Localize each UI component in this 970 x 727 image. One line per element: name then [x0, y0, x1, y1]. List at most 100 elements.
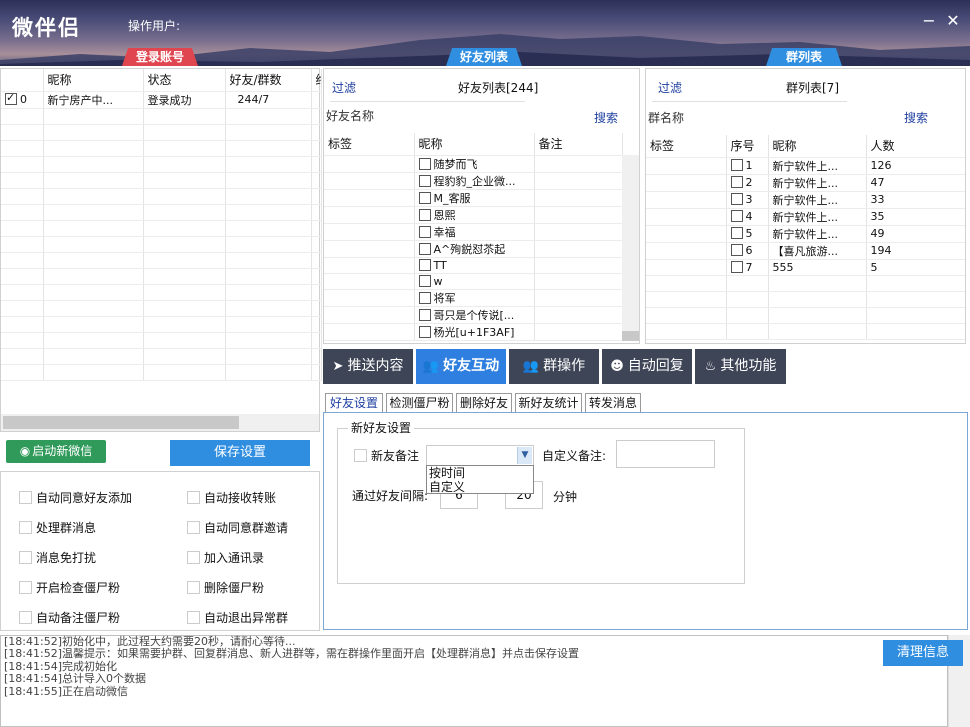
col-header-check[interactable]	[1, 69, 44, 92]
checkbox[interactable]	[730, 176, 743, 188]
table-row[interactable]: w	[324, 273, 623, 290]
checkbox[interactable]	[418, 325, 431, 338]
table-row[interactable]: 将军	[324, 289, 623, 307]
accounts-hscrollbar[interactable]	[1, 414, 319, 431]
col-header-no[interactable]: 序号	[726, 135, 769, 158]
group-ops-button[interactable]: 👥 群操作	[509, 349, 599, 384]
checkbox[interactable]	[19, 551, 32, 564]
table-row[interactable]: 0 新宁房产中... 登录成功 244/7	[1, 91, 322, 109]
friend-interact-button[interactable]: 👥 好友互动	[416, 349, 506, 384]
friend-vscrollbar[interactable]	[622, 155, 639, 341]
group-filter-link[interactable]: 过滤	[658, 79, 682, 96]
option-auto-accept-friend[interactable]: 自动同意好友添加	[19, 489, 132, 506]
table-row[interactable]: 幸福	[324, 223, 623, 241]
checkbox[interactable]	[19, 491, 32, 504]
col-header-tag[interactable]: 标签	[324, 133, 415, 156]
checkbox[interactable]	[730, 244, 743, 256]
scrollbar-thumb[interactable]	[3, 416, 239, 429]
tab-friend-settings[interactable]: 好友设置	[325, 393, 383, 413]
table-row[interactable]: 1 新宁软件上... 126	[646, 157, 965, 175]
table-row[interactable]: 恩熙	[324, 206, 623, 224]
remark-type-dropdown[interactable]: 按时间 自定义	[426, 465, 534, 494]
checkbox[interactable]	[418, 225, 431, 238]
checkbox[interactable]	[730, 193, 743, 205]
dropdown-option[interactable]: 按时间	[427, 466, 533, 480]
option-add-contacts[interactable]: 加入通讯录	[187, 549, 264, 566]
checkbox[interactable]	[354, 449, 367, 462]
checkbox[interactable]	[418, 242, 431, 255]
checkbox[interactable]	[187, 551, 200, 564]
other-functions-button[interactable]: ♨ 其他功能	[695, 349, 786, 384]
col-header-nickname[interactable]: 昵称	[414, 133, 535, 156]
checkbox[interactable]	[19, 521, 32, 534]
tab-forward-msg[interactable]: 转发消息	[585, 393, 641, 413]
table-row[interactable]: 3 新宁软件上... 33	[646, 191, 965, 209]
checkbox[interactable]	[730, 227, 743, 239]
checkbox[interactable]	[730, 260, 743, 273]
push-content-button[interactable]: ➤ 推送内容	[323, 349, 413, 384]
checkbox[interactable]	[730, 210, 743, 222]
table-row[interactable]: 6 【喜凡旅游... 194	[646, 242, 965, 260]
table-row[interactable]: M_客服	[324, 189, 623, 207]
option-check-zombie-fans[interactable]: 开启检查僵尸粉	[19, 579, 120, 596]
custom-remark-input[interactable]	[616, 440, 715, 468]
col-header-remark[interactable]: 备注	[534, 133, 623, 156]
table-row[interactable]: 4 新宁软件上... 35	[646, 208, 965, 226]
table-row[interactable]: 杨光[u+1F3AF]	[324, 323, 623, 341]
dropdown-option[interactable]: 自定义	[427, 480, 533, 494]
checkbox[interactable]	[187, 581, 200, 594]
start-wechat-button[interactable]: ◉ 启动新微信	[6, 440, 106, 463]
table-row[interactable]: 哥只是个传说[...	[324, 306, 623, 324]
chevron-down-icon[interactable]: ▼	[517, 447, 532, 464]
save-settings-button[interactable]: 保存设置	[170, 440, 310, 466]
checkbox[interactable]	[418, 191, 431, 204]
checkbox[interactable]	[418, 174, 431, 187]
scrollbar-thumb[interactable]	[622, 331, 639, 341]
option-auto-receive-transfer[interactable]: 自动接收转账	[187, 489, 276, 506]
option-handle-group-msg[interactable]: 处理群消息	[19, 519, 96, 536]
friend-filter-link[interactable]: 过滤	[332, 79, 356, 96]
close-icon[interactable]: ✕	[944, 12, 962, 30]
tab-new-friend-stats[interactable]: 新好友统计	[515, 393, 582, 413]
table-row[interactable]: 5 新宁软件上... 49	[646, 225, 965, 243]
col-header-status[interactable]: 状态	[143, 69, 226, 92]
account-checkbox[interactable]	[5, 91, 17, 105]
checkbox[interactable]	[187, 611, 200, 624]
clear-log-button[interactable]: 清理信息	[883, 640, 963, 666]
checkbox[interactable]	[19, 611, 32, 624]
checkbox[interactable]	[730, 159, 743, 171]
checkbox[interactable]	[187, 521, 200, 534]
col-header-count[interactable]: 好友/群数	[225, 69, 312, 92]
tab-delete-friend[interactable]: 删除好友	[456, 393, 512, 413]
checkbox[interactable]	[418, 258, 431, 271]
new-friend-remark-option[interactable]: 新友备注	[354, 447, 419, 464]
tab-group-list[interactable]: 群列表	[766, 48, 842, 66]
tab-friend-list[interactable]: 好友列表	[446, 48, 522, 66]
col-header-tag[interactable]: 标签	[646, 135, 727, 158]
option-exit-abnormal-group[interactable]: 自动退出异常群	[187, 609, 288, 626]
col-header-extra[interactable]: 终	[311, 69, 322, 92]
checkbox[interactable]	[418, 308, 431, 321]
table-row[interactable]: 2 新宁软件上... 47	[646, 174, 965, 192]
option-do-not-disturb[interactable]: 消息免打扰	[19, 549, 96, 566]
table-row[interactable]: TT	[324, 257, 623, 274]
auto-reply-button[interactable]: ☻ 自动回复	[602, 349, 692, 384]
col-header-members[interactable]: 人数	[866, 135, 965, 158]
table-row[interactable]: A^殉鋭怼苶起	[324, 240, 623, 258]
option-delete-zombie-fans[interactable]: 删除僵尸粉	[187, 579, 264, 596]
option-auto-accept-group-invite[interactable]: 自动同意群邀请	[187, 519, 288, 536]
remark-type-select[interactable]: ▼	[426, 445, 534, 466]
checkbox[interactable]	[418, 208, 431, 221]
checkbox[interactable]	[418, 291, 431, 304]
minimize-icon[interactable]: −	[920, 12, 938, 30]
option-remark-zombie-fans[interactable]: 自动备注僵尸粉	[19, 609, 120, 626]
table-row[interactable]: 随梦而飞	[324, 155, 623, 173]
table-row[interactable]: 程豹豹_企业微...	[324, 172, 623, 190]
table-row[interactable]: 7 555 5	[646, 259, 965, 276]
checkbox[interactable]	[418, 157, 431, 170]
checkbox[interactable]	[187, 491, 200, 504]
checkbox[interactable]	[19, 581, 32, 594]
col-header-nickname[interactable]: 昵称	[43, 69, 144, 92]
friend-search-link[interactable]: 搜索	[594, 109, 618, 126]
tab-detect-zombie[interactable]: 检测僵尸粉	[386, 393, 453, 413]
